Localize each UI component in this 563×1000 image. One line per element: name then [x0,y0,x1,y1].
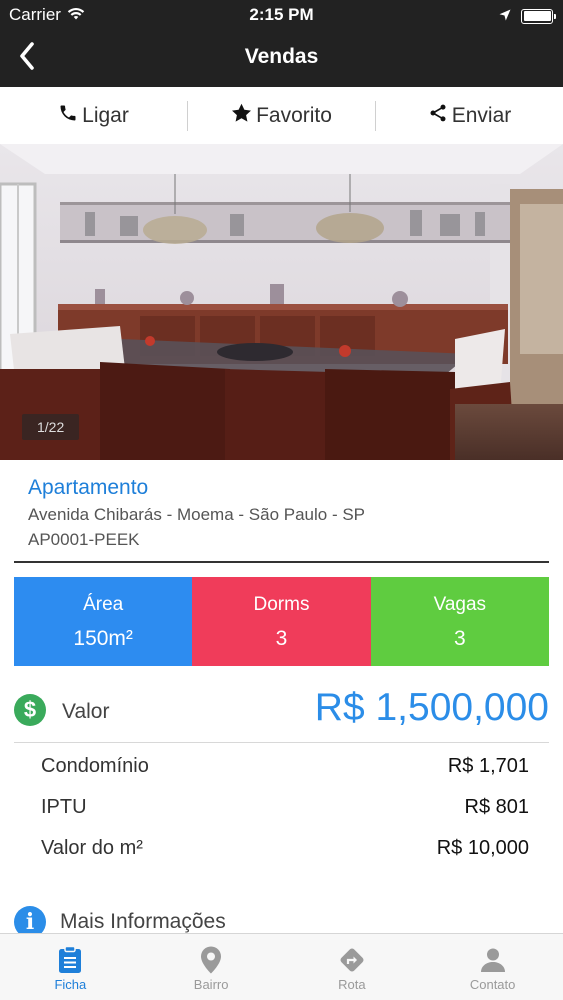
battery-icon [521,8,556,24]
status-time: 2:15 PM [249,5,314,24]
share-button[interactable]: Enviar [376,87,563,144]
status-right [499,6,556,26]
fee-row-valor-m2: Valor do m² R$ 10,000 [41,828,529,869]
fee-value: R$ 801 [464,796,530,818]
call-label: Ligar [82,103,129,127]
price-row: $ Valor R$ 1,500,000 [14,682,549,742]
phone-icon [58,103,78,129]
dorms-tile: Dorms 3 [192,577,371,666]
dollar-icon: $ [14,694,46,726]
action-bar: Ligar Favorito Enviar [0,87,563,144]
share-icon [428,103,448,129]
dorms-value: 3 [275,627,288,650]
tab-ficha[interactable]: Ficha [0,934,141,1000]
property-address: Avenida Chibarás - Moema - São Paulo - S… [28,505,366,524]
area-label: Área [83,594,124,615]
fee-label: Valor do m² [41,837,143,859]
divider [14,742,549,743]
fee-label: IPTU [41,796,87,818]
fees-list: Condomínio R$ 1,701 IPTU R$ 801 Valor do… [41,746,529,869]
area-value: 150m² [73,627,133,650]
fee-row-condominio: Condomínio R$ 1,701 [41,746,529,787]
price-value: R$ 1,500,000 [314,686,549,729]
tab-bar: Ficha Bairro Rota Contato [0,933,563,1000]
tab-label: Bairro [193,977,229,992]
page-title: Vendas [244,45,319,68]
property-type: Apartamento [28,476,149,499]
tab-label: Rota [338,977,366,992]
stats-tiles: Área 150m² Dorms 3 Vagas 3 [14,577,549,666]
price-label: Valor [62,700,110,723]
person-icon [480,945,506,975]
tab-bairro[interactable]: Bairro [141,934,282,1000]
clipboard-icon [58,945,82,975]
fee-value: R$ 10,000 [436,837,529,859]
dorms-label: Dorms [253,594,310,615]
tab-rota[interactable]: Rota [282,934,423,1000]
map-pin-icon [200,945,222,975]
fee-label: Condomínio [41,755,149,777]
location-arrow-icon [499,6,511,26]
vagas-tile: Vagas 3 [370,577,549,666]
nav-bar: Vendas [0,30,563,87]
divider [14,561,549,563]
status-bar: Carrier 2:15 PM [0,0,563,30]
area-tile: Área 150m² [14,577,193,666]
property-photo[interactable]: 1/22 [0,144,563,460]
star-icon [231,103,252,129]
tab-label: Ficha [54,977,87,992]
property-code: AP0001-PEEK [28,530,140,549]
vagas-label: Vagas [433,594,487,615]
tab-contato[interactable]: Contato [422,934,563,1000]
share-label: Enviar [451,103,512,127]
fee-row-iptu: IPTU R$ 801 [41,787,529,828]
photo-counter: 1/22 [22,414,80,440]
dining-room-image [0,144,563,460]
favorite-button[interactable]: Favorito [188,87,375,144]
more-info-label: Mais Informações [60,910,226,933]
tab-label: Contato [469,977,516,992]
vagas-value: 3 [453,627,466,650]
fee-value: R$ 1,701 [447,755,529,777]
favorite-label: Favorito [256,103,332,127]
call-button[interactable]: Ligar [0,87,187,144]
route-sign-icon [338,945,366,975]
